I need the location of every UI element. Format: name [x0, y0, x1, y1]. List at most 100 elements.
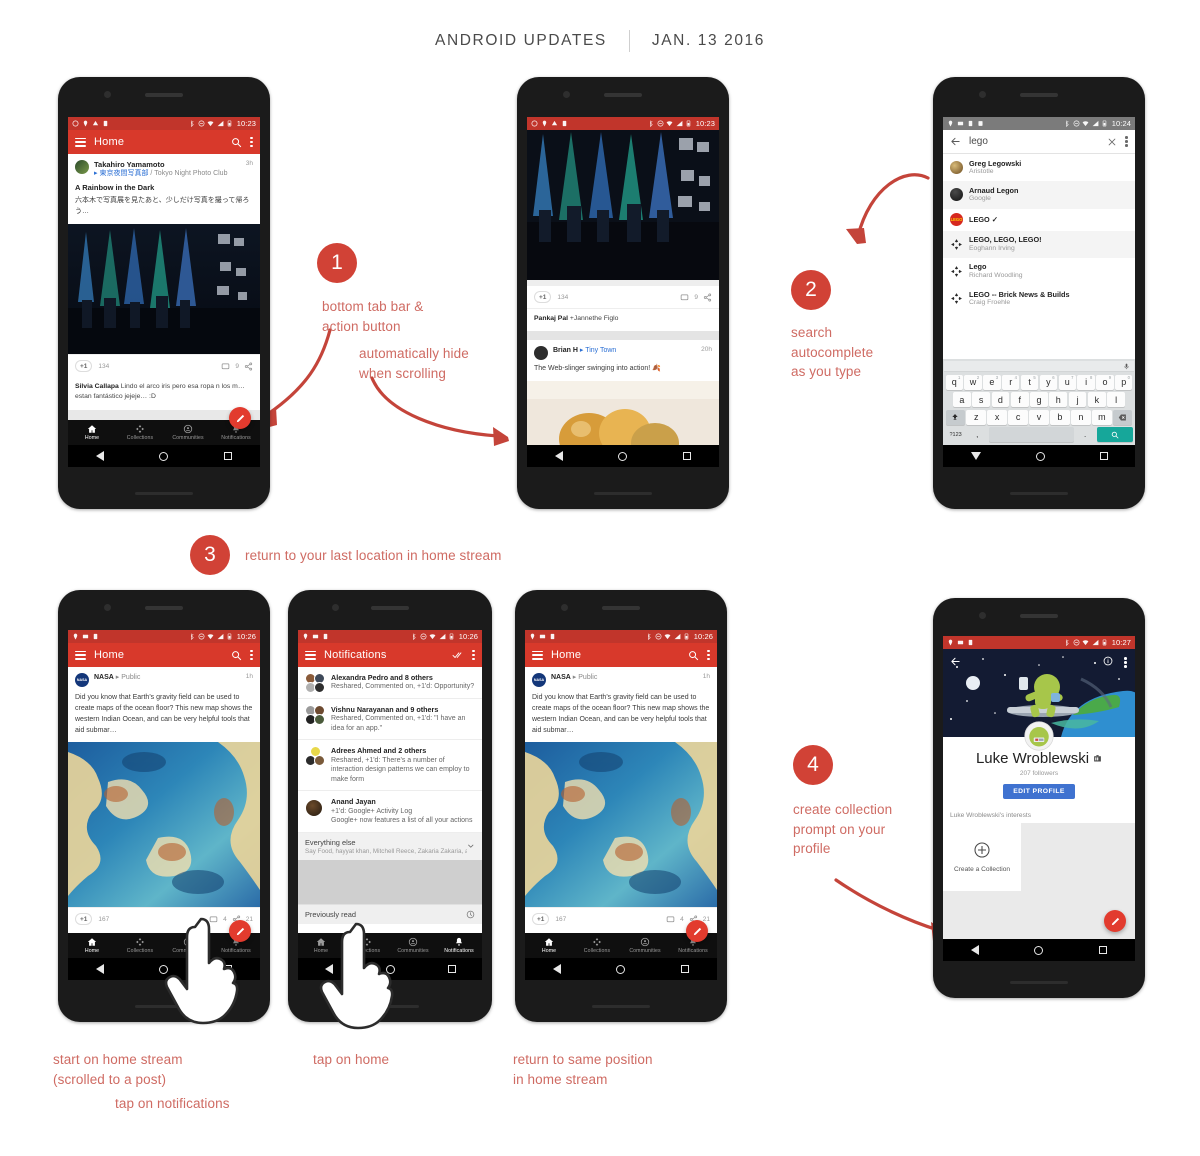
tab-collections[interactable]: Collections [573, 937, 621, 954]
backspace-key[interactable] [1113, 409, 1133, 425]
android-nav-bar[interactable] [68, 445, 260, 467]
overflow-menu-icon[interactable] [707, 649, 710, 661]
comment-icon[interactable] [666, 915, 675, 924]
comment-icon[interactable] [221, 362, 230, 371]
feed-scroll-area[interactable]: +1 134 9 Pankaj Pal +Jannethe Figlo Bria… [527, 130, 719, 445]
home-button[interactable] [618, 451, 628, 461]
close-icon[interactable] [1107, 137, 1117, 147]
compose-fab[interactable] [229, 407, 251, 429]
avatar[interactable]: NASA [532, 673, 546, 687]
list-item[interactable]: Adrees Ahmed and 2 others Reshared, +1'd… [298, 740, 482, 792]
key-j[interactable]: j [1068, 392, 1087, 407]
key-e[interactable]: 3e [983, 374, 1001, 390]
tab-home[interactable]: Home [525, 937, 573, 954]
mark-all-read-icon[interactable] [452, 650, 464, 660]
create-collection-card[interactable]: Create a Collection [943, 823, 1021, 891]
back-button[interactable] [95, 964, 104, 974]
list-item[interactable]: LEGO, LEGO, LEGO! Eoghann Irving [943, 230, 1135, 258]
key-u[interactable]: 7u [1058, 374, 1076, 390]
plus-one-button[interactable]: +1 [75, 360, 93, 373]
search-input[interactable]: lego [969, 136, 1099, 147]
key-v[interactable]: v [1029, 409, 1049, 425]
key-o[interactable]: 9o [1096, 374, 1114, 390]
list-item[interactable]: LEGO -- Brick News & Builds Craig Froehl… [943, 285, 1135, 313]
space-key[interactable] [988, 427, 1074, 442]
concert-photo[interactable] [527, 130, 719, 280]
back-arrow-icon[interactable] [950, 656, 961, 667]
tab-home[interactable]: Home [68, 937, 116, 954]
post-photo[interactable] [527, 381, 719, 445]
recents-button[interactable] [224, 452, 233, 460]
post-author-line[interactable]: NASA ▸ Public [551, 673, 698, 682]
post-comment[interactable]: Silvia Callapa Lindo el arco iris pero e… [68, 377, 260, 410]
back-button[interactable] [554, 451, 563, 461]
post-photo[interactable] [68, 224, 260, 355]
android-nav-bar[interactable] [527, 445, 719, 467]
post-community[interactable]: ▸ 東京夜間写真部 / Tokyo Night Photo Club [94, 169, 241, 178]
compose-fab[interactable] [1104, 910, 1126, 932]
notifications-list[interactable]: Alexandra Pedro and 8 others Reshared, C… [298, 667, 482, 933]
search-icon[interactable] [688, 650, 699, 661]
keyboard-row-1[interactable]: 1q 2w 3e 4r 5t 6y 7u 8i 9o 0p [944, 374, 1134, 390]
info-icon[interactable] [1103, 656, 1113, 666]
plus-one-button[interactable]: +1 [534, 291, 552, 303]
recents-button[interactable] [447, 965, 456, 973]
post-photo-gravity-map[interactable] [68, 742, 260, 908]
recents-button[interactable] [1099, 452, 1108, 460]
android-nav-bar[interactable] [943, 939, 1135, 961]
home-button[interactable] [616, 964, 626, 974]
keyboard-row-3[interactable]: z x c v b n m [944, 409, 1134, 425]
back-button[interactable] [95, 451, 104, 461]
post-photo-gravity-map[interactable] [525, 742, 717, 908]
keyboard-row-2[interactable]: a s d f g h j k l [944, 392, 1134, 407]
feed-scroll-area[interactable]: Takahiro Yamamoto ▸ 東京夜間写真部 / Tokyo Nigh… [68, 154, 260, 420]
key-n[interactable]: n [1071, 409, 1091, 425]
recents-button[interactable] [681, 965, 690, 973]
key-s[interactable]: s [972, 392, 991, 407]
back-button[interactable] [970, 945, 979, 955]
share-icon[interactable] [244, 362, 253, 371]
tab-collections[interactable]: Collections [116, 937, 164, 954]
on-screen-keyboard[interactable]: 1q 2w 3e 4r 5t 6y 7u 8i 9o 0p a s d f g [943, 359, 1135, 445]
tab-home[interactable]: Home [68, 424, 116, 441]
list-item[interactable]: LEGO LEGO ✓ [943, 208, 1135, 231]
keyboard-row-4[interactable]: ?123 , . [944, 427, 1134, 442]
key-d[interactable]: d [991, 392, 1010, 407]
list-item[interactable]: Vishnu Narayanan and 9 others Reshared, … [298, 699, 482, 741]
comment-icon[interactable] [680, 293, 689, 302]
menu-icon[interactable] [532, 650, 543, 660]
post-card[interactable]: Brian H ▸ Tiny Town 20h The Web-slinger … [527, 340, 719, 445]
overflow-menu-icon[interactable] [472, 649, 475, 661]
tab-notifications[interactable]: Notifications [436, 937, 482, 954]
overflow-menu-icon[interactable] [1124, 657, 1127, 668]
key-y[interactable]: 6y [1039, 374, 1058, 390]
list-item[interactable]: Alexandra Pedro and 8 others Reshared, C… [298, 667, 482, 699]
android-nav-bar[interactable] [525, 958, 717, 980]
post-author-line[interactable]: Brian H ▸ Tiny Town [553, 346, 696, 355]
overflow-menu-icon[interactable] [250, 136, 253, 148]
tab-communities[interactable]: Communities [621, 937, 669, 954]
home-button[interactable] [1035, 451, 1045, 461]
post-card[interactable]: NASA NASA ▸ Public 1h Did you know that … [68, 667, 260, 933]
post-author[interactable]: Takahiro Yamamoto [94, 160, 241, 169]
list-item[interactable]: Lego Richard Woodling [943, 257, 1135, 286]
avatar[interactable] [534, 346, 548, 361]
back-button[interactable] [552, 964, 561, 974]
key-m[interactable]: m [1092, 409, 1112, 425]
key-r[interactable]: 4r [1002, 374, 1020, 390]
key-z[interactable]: z [966, 409, 986, 425]
key-w[interactable]: 2w [964, 374, 982, 390]
list-item[interactable]: Arnaud Legon Google [943, 181, 1135, 209]
feed-scroll-area[interactable]: NASA NASA ▸ Public 1h Did you know that … [68, 667, 260, 933]
post-card[interactable]: Takahiro Yamamoto ▸ 東京夜間写真部 / Tokyo Nigh… [68, 154, 260, 410]
post-card[interactable]: NASA NASA ▸ Public 1h Did you know that … [525, 667, 717, 933]
key-p[interactable]: 0p [1115, 374, 1133, 390]
symbols-key[interactable]: ?123 [945, 427, 966, 442]
key-g[interactable]: g [1030, 392, 1048, 407]
microphone-icon[interactable] [1123, 363, 1130, 370]
chevron-down-icon[interactable] [467, 842, 475, 850]
plus-one-button[interactable]: +1 [532, 913, 550, 926]
recents-button[interactable] [1099, 946, 1108, 954]
search-icon[interactable] [231, 650, 242, 661]
feed-scroll-area[interactable]: NASA NASA ▸ Public 1h Did you know that … [525, 667, 717, 933]
